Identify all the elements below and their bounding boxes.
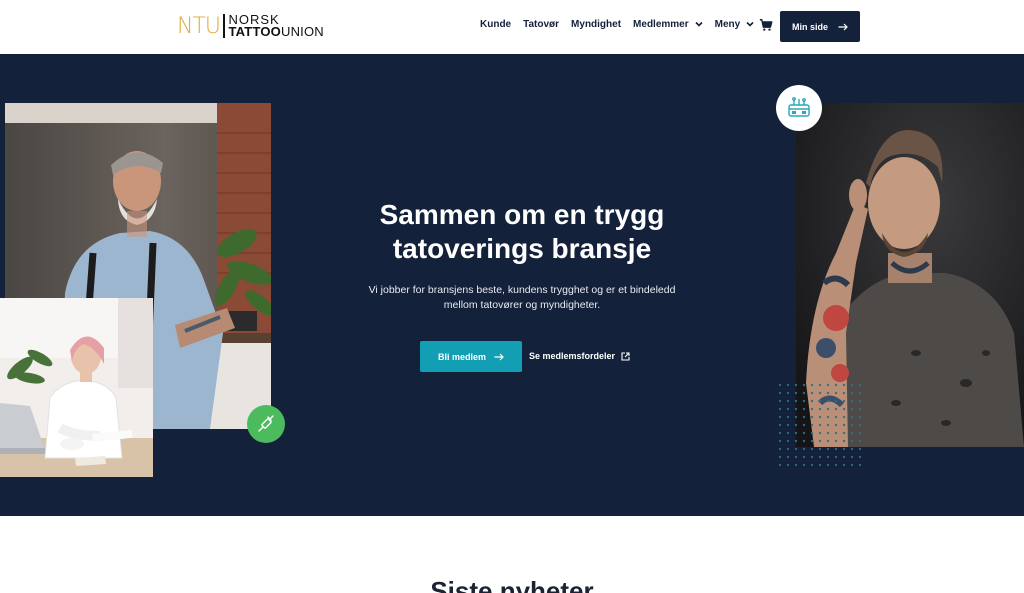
news-section-title: Siste nyheter (430, 576, 594, 593)
arrow-right-icon (494, 353, 504, 360)
nav-item-myndighet[interactable]: Myndighet (571, 19, 621, 30)
nav-item-tatovor[interactable]: Tatovør (523, 19, 559, 30)
cart-icon[interactable] (759, 18, 773, 32)
site-header: NTU NORSK TATTOOUNION Kunde Tatovør Mynd… (0, 0, 1024, 54)
bli-medlem-button[interactable]: Bli medlem (420, 341, 522, 372)
logo-mark: NTU (177, 13, 221, 39)
hero-subtitle: Vi jobber for bransjens beste, kundens t… (368, 284, 676, 311)
chevron-down-icon (746, 21, 754, 27)
tattoo-needle-icon (258, 415, 274, 432)
hero-title: Sammen om en trygg tatoverings bransje (379, 199, 665, 264)
logo-word-tattoo: TATTOO (228, 24, 281, 39)
nav-item-kunde[interactable]: Kunde (480, 19, 511, 30)
main-nav: Kunde Tatovør Myndighet Medlemmer Meny (480, 19, 766, 30)
logo-word-union: UNION (280, 24, 324, 39)
min-side-button[interactable]: Min side (780, 11, 860, 42)
tattoo-machine-badge (247, 405, 285, 443)
hero-section: Sammen om en trygg tatoverings bransje V… (0, 54, 1024, 516)
tattoo-kit-icon (788, 97, 810, 117)
decorative-dot-grid (776, 381, 864, 471)
chevron-down-icon (695, 21, 703, 27)
tattoo-supplies-badge (776, 85, 822, 131)
se-medlemsfordeler-link[interactable]: Se medlemsfordeler (529, 351, 630, 361)
arrow-right-icon (838, 23, 848, 30)
external-link-icon (621, 351, 630, 361)
site-logo[interactable]: NTU NORSK TATTOOUNION (177, 12, 324, 40)
nav-item-meny[interactable]: Meny (715, 19, 755, 30)
nav-item-medlemmer[interactable]: Medlemmer (633, 19, 703, 30)
hero-photo-woman-drawing (0, 298, 153, 477)
logo-divider (223, 14, 225, 38)
